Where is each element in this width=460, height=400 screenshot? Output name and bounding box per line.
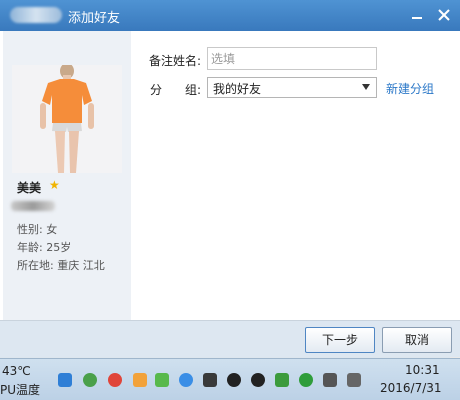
cpu-temp-label: PU温度 (0, 383, 41, 397)
cpu-temp-value: 43℃ (2, 364, 31, 378)
next-button[interactable]: 下一步 (305, 327, 375, 353)
group-label-part1: 分 (150, 83, 163, 97)
volume-icon[interactable] (347, 373, 361, 387)
age-text: 年龄: 25岁 (17, 241, 72, 254)
person-sync-icon[interactable] (83, 373, 97, 387)
qq-penguin-icon[interactable] (227, 373, 241, 387)
add-friend-dialog: 添加好友 美美 ★ 性别: 女 年龄: 25岁 所在地: 重庆 江北 备注姓名:… (0, 0, 460, 357)
battery-icon[interactable] (133, 373, 147, 387)
window-title: 添加好友 (68, 11, 121, 26)
close-icon (438, 9, 450, 21)
plus-circle-icon[interactable] (299, 373, 313, 387)
chevron-down-icon (362, 84, 370, 90)
clock-date[interactable]: 2016/7/31 (380, 381, 442, 395)
security-shield-icon[interactable] (275, 373, 289, 387)
person-photo-icon (12, 65, 122, 173)
clock-time[interactable]: 10:31 (405, 363, 440, 377)
title-bar[interactable]: 添加好友 (0, 0, 460, 31)
group-select-value: 我的好友 (213, 82, 262, 96)
cancel-button[interactable]: 取消 (382, 327, 452, 353)
blurred-avatar (10, 7, 62, 23)
remark-label: 备注姓名: (149, 54, 202, 68)
group-select[interactable]: 我的好友 (207, 77, 377, 98)
close-button[interactable] (433, 4, 455, 26)
blurred-account-id (11, 201, 55, 211)
profile-photo (12, 65, 122, 173)
star-icon: ★ (49, 178, 60, 192)
profile-panel: 美美 ★ 性别: 女 年龄: 25岁 所在地: 重庆 江北 (3, 31, 131, 321)
gender-text: 性别: 女 (17, 223, 58, 236)
group-label-part2: 组: (185, 83, 202, 97)
new-group-link[interactable]: 新建分组 (386, 80, 434, 97)
nickname: 美美 (17, 181, 42, 195)
nvidia-icon[interactable] (203, 373, 217, 387)
qq-penguin-icon-2[interactable] (251, 373, 265, 387)
compass-icon[interactable] (179, 373, 193, 387)
location-text: 所在地: 重庆 江北 (17, 259, 105, 272)
network-icon[interactable] (323, 373, 337, 387)
minimize-button[interactable] (406, 4, 428, 26)
remark-name-input[interactable] (207, 47, 377, 70)
check-shield-icon[interactable] (155, 373, 169, 387)
minimize-icon (412, 17, 422, 19)
cube-icon[interactable] (58, 373, 72, 387)
netease-music-icon[interactable] (108, 373, 122, 387)
